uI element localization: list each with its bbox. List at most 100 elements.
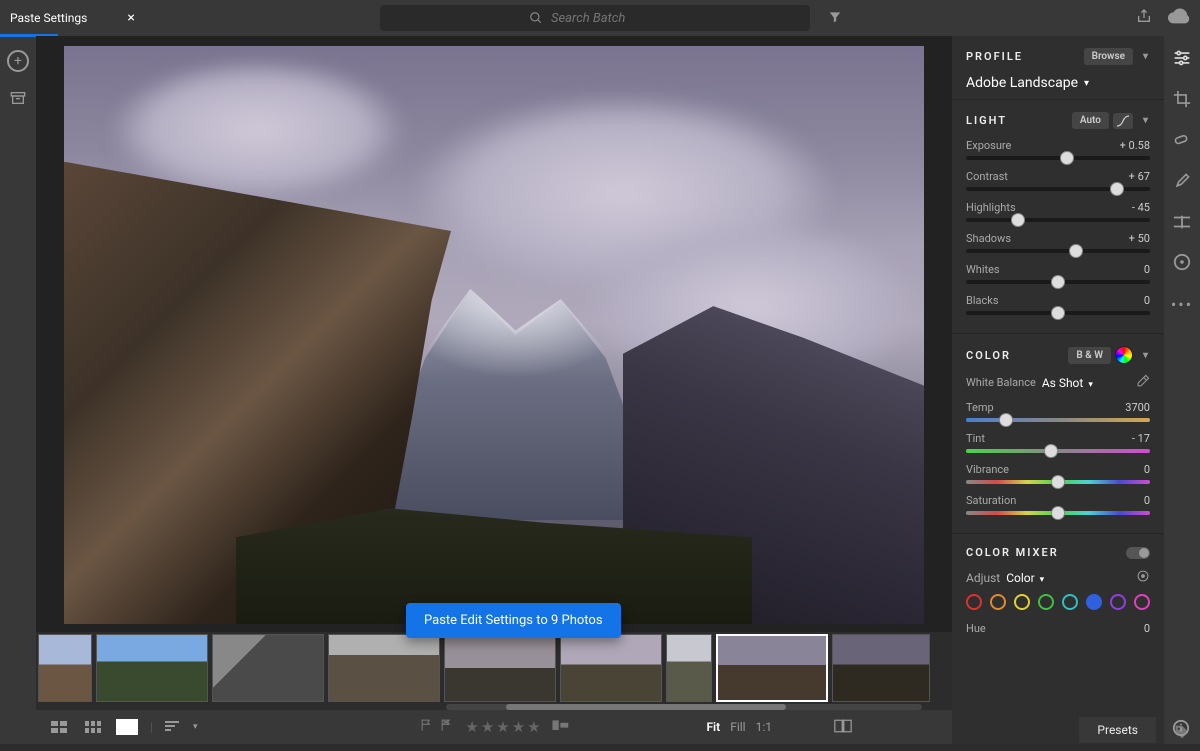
zoom-fill-button[interactable]: Fill: [730, 720, 745, 734]
sort-dropdown-icon[interactable]: ▾: [193, 722, 198, 732]
slider-handle[interactable]: [999, 413, 1013, 427]
slider-handle[interactable]: [1051, 306, 1065, 320]
color-dot-6[interactable]: [1110, 594, 1126, 610]
slider-handle[interactable]: [1051, 275, 1065, 289]
slider-handle[interactable]: [1110, 182, 1124, 196]
compare-view-button[interactable]: [82, 719, 104, 735]
thumbnail[interactable]: [212, 634, 324, 702]
slider-track[interactable]: [966, 418, 1150, 422]
zoom-fit-button[interactable]: Fit: [706, 720, 720, 734]
edit-sliders-icon[interactable]: [1173, 50, 1191, 70]
slider-track[interactable]: [966, 511, 1150, 515]
thumbnail[interactable]: [716, 634, 828, 702]
thumbnail[interactable]: [666, 634, 712, 702]
thumbnail[interactable]: [38, 634, 92, 702]
slider-handle[interactable]: [1051, 475, 1065, 489]
filmstrip-scrollbar-thumb[interactable]: [506, 704, 786, 710]
search-field[interactable]: [380, 5, 810, 31]
add-photo-button[interactable]: +: [7, 50, 29, 72]
thumbnail[interactable]: [832, 634, 930, 702]
share-icon[interactable]: [1136, 8, 1152, 28]
slider-value: + 50: [1129, 232, 1150, 245]
archive-icon[interactable]: [10, 90, 26, 109]
star-2[interactable]: ★: [481, 718, 494, 736]
healing-brush-icon[interactable]: [1173, 132, 1191, 152]
slider-track[interactable]: [966, 311, 1150, 315]
slider-track[interactable]: [966, 249, 1150, 253]
color-wheel-icon[interactable]: [1115, 346, 1133, 364]
profile-select[interactable]: Adobe Landscape ▾: [966, 75, 1150, 91]
main-photo: [64, 46, 924, 624]
radial-gradient-icon[interactable]: [1173, 253, 1191, 275]
slider-track[interactable]: [966, 156, 1150, 160]
adjust-label: Adjust: [966, 571, 1000, 585]
star-4[interactable]: ★: [512, 718, 525, 736]
slider-vibrance: Vibrance0: [966, 463, 1150, 484]
flag-icon[interactable]: [419, 718, 433, 736]
color-dot-1[interactable]: [990, 594, 1006, 610]
slider-whites: Whites0: [966, 263, 1150, 284]
more-icon[interactable]: •••: [1171, 295, 1193, 314]
filmstrip-scrollbar[interactable]: [446, 704, 922, 710]
color-dot-5[interactable]: [1086, 594, 1102, 610]
color-dot-3[interactable]: [1038, 594, 1054, 610]
color-dot-7[interactable]: [1134, 594, 1150, 610]
sort-button[interactable]: [165, 720, 181, 735]
light-chevron-icon[interactable]: ▾: [1143, 115, 1150, 126]
left-toolbar: +: [0, 36, 36, 744]
browse-profile-button[interactable]: Browse: [1084, 48, 1133, 65]
slider-track[interactable]: [966, 449, 1150, 453]
star-1[interactable]: ★: [465, 718, 478, 736]
photo-viewport[interactable]: Paste Edit Settings to 9 Photos: [36, 36, 952, 632]
slider-handle[interactable]: [1044, 444, 1058, 458]
close-icon[interactable]: ×: [127, 10, 134, 26]
single-view-button[interactable]: [116, 719, 138, 735]
compare-icon[interactable]: [834, 719, 852, 736]
grid-view-button[interactable]: [48, 719, 70, 735]
thumbnail[interactable]: [328, 634, 440, 702]
slider-track[interactable]: [966, 187, 1150, 191]
thumbnail[interactable]: [96, 634, 208, 702]
color-chevron-icon[interactable]: ▾: [1143, 350, 1150, 361]
slider-handle[interactable]: [1069, 244, 1083, 258]
star-3[interactable]: ★: [496, 718, 509, 736]
slider-track[interactable]: [966, 218, 1150, 222]
filmstrip[interactable]: [36, 632, 952, 710]
tone-curve-button[interactable]: [1113, 113, 1133, 129]
bw-button[interactable]: B & W: [1068, 347, 1111, 364]
cloud-icon[interactable]: [1168, 8, 1190, 28]
adjust-select[interactable]: Color ▾: [1006, 571, 1044, 585]
slider-handle[interactable]: [1060, 151, 1074, 165]
star-5[interactable]: ★: [527, 718, 540, 736]
crop-icon[interactable]: [1173, 90, 1191, 112]
chevron-down-icon: ▾: [1040, 575, 1045, 585]
brush-icon[interactable]: [1173, 172, 1191, 194]
zoom-1to1-button[interactable]: 1:1: [756, 720, 772, 734]
profile-name-label: Adobe Landscape: [966, 75, 1078, 91]
profile-chevron-icon[interactable]: ▾: [1143, 51, 1150, 62]
white-balance-select[interactable]: As Shot ▾: [1042, 376, 1093, 390]
thumbnail[interactable]: [444, 634, 556, 702]
auto-button[interactable]: Auto: [1072, 112, 1109, 129]
color-dot-4[interactable]: [1062, 594, 1078, 610]
color-mixer-toggle[interactable]: [1126, 547, 1150, 559]
slider-handle[interactable]: [1011, 213, 1025, 227]
search-input[interactable]: [551, 11, 661, 26]
slider-track[interactable]: [966, 480, 1150, 484]
eyedropper-icon[interactable]: [1136, 374, 1150, 391]
reject-flag-icon[interactable]: [439, 718, 453, 736]
top-right-tools: [1136, 8, 1190, 28]
info-icon[interactable]: [1172, 719, 1190, 741]
target-adjust-icon[interactable]: [1136, 569, 1150, 586]
slider-handle[interactable]: [1051, 506, 1065, 520]
filter-icon[interactable]: [828, 9, 842, 28]
slider-value: + 0.58: [1120, 139, 1150, 152]
linear-gradient-icon[interactable]: [1173, 214, 1191, 233]
thumbnail[interactable]: [560, 634, 662, 702]
slider-track[interactable]: [966, 280, 1150, 284]
color-dot-0[interactable]: [966, 594, 982, 610]
orientation-icon[interactable]: [553, 718, 569, 736]
color-dot-2[interactable]: [1014, 594, 1030, 610]
document-tab[interactable]: Paste Settings ×: [0, 0, 145, 36]
presets-button[interactable]: Presets: [1079, 717, 1156, 743]
